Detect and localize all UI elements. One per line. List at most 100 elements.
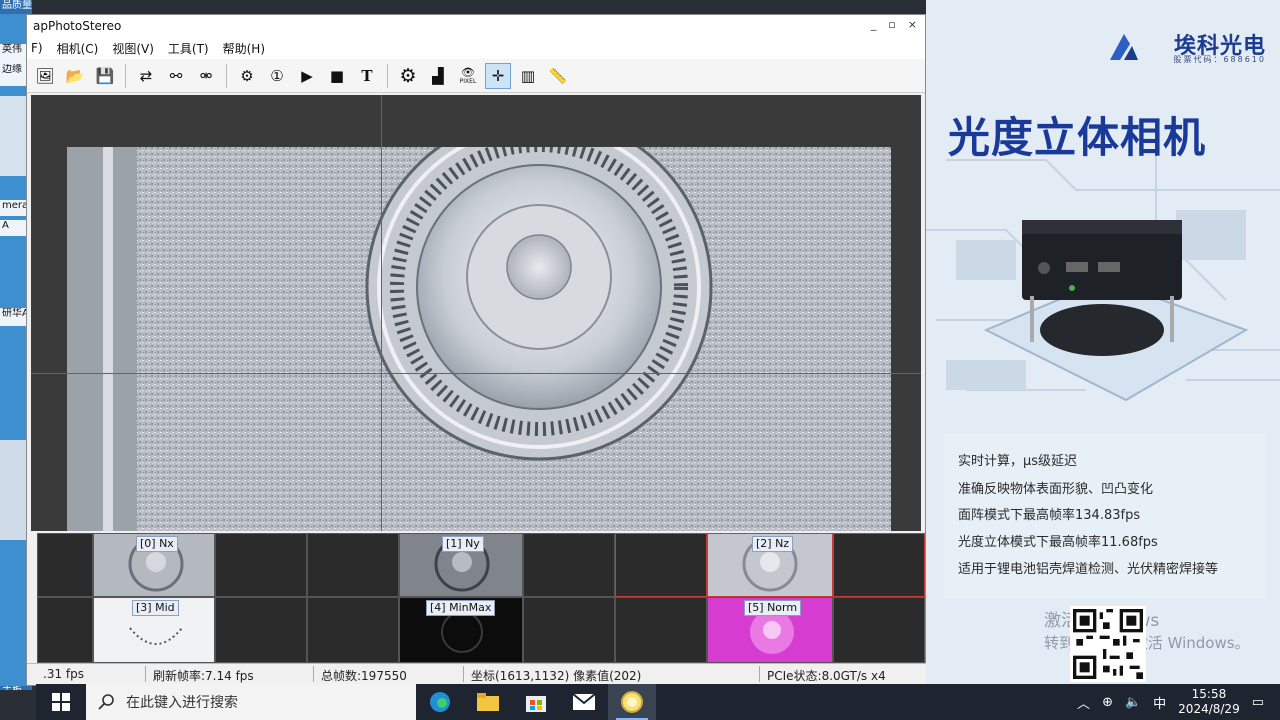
thumb-ny[interactable]: [1] Ny — [399, 533, 523, 597]
toolbar-separator — [387, 63, 388, 88]
camera-port — [1098, 262, 1120, 272]
camera-port — [1066, 262, 1088, 272]
image-icon[interactable]: 🖼 — [33, 64, 57, 88]
menu-file[interactable]: F) — [31, 41, 43, 55]
play-icon[interactable]: ▶ — [295, 64, 319, 88]
status-divider — [145, 666, 146, 682]
clock[interactable]: 15:58 2024/8/29 — [1178, 687, 1240, 717]
thumb-label: [5] Norm — [744, 600, 802, 616]
camera-led — [1069, 285, 1075, 291]
image-viewer[interactable] — [31, 95, 921, 531]
thumb-label: [1] Ny — [442, 536, 484, 552]
gear-icon[interactable]: ⚙ — [396, 64, 420, 88]
camera-app-icon[interactable] — [608, 684, 656, 720]
ad-title: 光度立体相机 — [948, 113, 1207, 162]
notification-icon[interactable]: ▭ — [1252, 695, 1264, 710]
camera-heatsink — [1022, 220, 1182, 234]
histogram-icon[interactable]: ▟ — [426, 64, 450, 88]
close-button[interactable]: × — [908, 18, 917, 31]
clock-time: 15:58 — [1191, 687, 1227, 701]
status-total-frames: 总帧数:197550 — [321, 669, 407, 683]
mail-glyph — [572, 693, 596, 710]
menu-help[interactable]: 帮助(H) — [223, 40, 265, 57]
single-shot-icon[interactable]: ① — [265, 64, 289, 88]
camera-standoff — [1030, 296, 1034, 342]
menu-tools[interactable]: 工具(T) — [168, 40, 209, 57]
menu-camera[interactable]: 相机(C) — [57, 40, 99, 57]
folder-glyph — [477, 693, 499, 711]
qr-code — [1070, 606, 1146, 682]
feature-item: 光度立体模式下最高帧率11.68fps — [958, 535, 1158, 550]
store-glyph — [526, 696, 546, 712]
sliver-text: 主板 — [0, 686, 32, 690]
search-icon — [98, 694, 114, 710]
desktop-wallpaper-ad: 埃科光电 股票代码：688610 光度立体相机 实时计算，μs级延迟 准确反映物… — [926, 0, 1280, 690]
feature-list: 实时计算，μs级延迟 准确反映物体表面形貌、凹凸变化 面阵模式下最高帧率134.… — [944, 434, 1266, 598]
stop-icon[interactable]: ■ — [325, 64, 349, 88]
edge-strip — [67, 147, 137, 531]
disconnect-icon[interactable]: ⚮ — [194, 64, 218, 88]
pixel-view-icon[interactable]: 👁 PIXEL — [456, 64, 480, 88]
thumb-nx[interactable]: [0] Nx — [93, 533, 215, 597]
status-divider — [759, 666, 760, 682]
thumb-empty — [615, 533, 707, 597]
thumb-norm[interactable]: [5] Norm — [707, 597, 833, 663]
crosshair-icon[interactable]: ✛ — [485, 62, 511, 89]
thumb-empty — [523, 533, 615, 597]
minimize-button[interactable]: _ — [871, 18, 877, 31]
thumb-empty — [615, 597, 707, 663]
edge-icon[interactable] — [416, 684, 464, 720]
start-button[interactable] — [36, 684, 86, 720]
thumb-empty — [833, 597, 925, 663]
sliver-text: 品质量检测 — [0, 0, 32, 14]
window-title: apPhotoStereo — [33, 19, 122, 33]
status-divider — [313, 666, 314, 682]
title-bar[interactable]: apPhotoStereo _ ▫ × — [27, 15, 925, 37]
thumb-nz[interactable]: [2] Nz — [707, 533, 833, 597]
system-tray: ︿ ⊕ 🔈 中 15:58 2024/8/29 ▭ — [1077, 684, 1264, 720]
maximize-button[interactable]: ▫ — [888, 18, 895, 31]
edge-highlight — [103, 147, 113, 531]
save-icon[interactable]: 💾 — [93, 64, 117, 88]
mail-icon[interactable] — [560, 684, 608, 720]
thumb-minmax[interactable]: [4] MinMax — [399, 597, 523, 663]
connect-icon[interactable]: ⚯ — [164, 64, 188, 88]
thumb-empty — [37, 597, 93, 663]
pixel-badge: PIXEL — [459, 77, 477, 85]
text-icon[interactable]: T — [355, 64, 379, 88]
status-divider — [463, 666, 464, 682]
channel-thumbnails: [0] Nx [1] Ny [2] Nz [3] Mid [4] MinMax … — [37, 533, 925, 663]
search-placeholder: 在此键入进行搜索 — [126, 695, 238, 711]
bar-chart-icon[interactable]: ▥ — [516, 64, 540, 88]
thumb-empty — [37, 533, 93, 597]
ruler-icon[interactable]: 📏 — [546, 64, 570, 88]
status-coordinates: 坐标(1613,1132) 像素值(202) — [471, 669, 642, 683]
store-icon[interactable] — [512, 684, 560, 720]
menu-view[interactable]: 视图(V) — [112, 40, 154, 57]
status-fps: .31 fps — [43, 667, 84, 681]
settings-gauge-icon[interactable]: ⚙ — [235, 64, 259, 88]
camera-standoff — [1170, 296, 1174, 342]
open-camera-icon[interactable]: 📂 — [63, 64, 87, 88]
camera-lens-ring — [1040, 304, 1164, 356]
thumb-label: [3] Mid — [132, 600, 179, 616]
taskbar: 在此键入进行搜索 ︿ ⊕ 🔈 中 15:58 2024/8/29 ▭ — [36, 684, 1280, 720]
toolbar-separator — [125, 63, 126, 88]
tray-overflow-icon[interactable]: ︿ — [1077, 693, 1090, 712]
thumb-empty — [523, 597, 615, 663]
file-explorer-icon[interactable] — [464, 684, 512, 720]
ime-indicator[interactable]: 中 — [1153, 693, 1166, 712]
status-refresh-rate: 刷新帧率:7.14 fps — [153, 669, 254, 683]
volume-icon[interactable]: 🔈 — [1125, 695, 1141, 710]
photo-of-monitor: 品质量检测 英伟 边缘 mera A 研华A 主板 977 apPhotoSte… — [0, 0, 1280, 720]
network-icon[interactable]: ⊕ — [1102, 695, 1113, 710]
thumb-empty — [307, 533, 399, 597]
windows-icon — [52, 693, 70, 711]
thumb-empty — [215, 533, 307, 597]
thumb-label: [4] MinMax — [426, 600, 496, 616]
thumb-mid[interactable]: [3] Mid — [93, 597, 215, 663]
feature-item: 适用于锂电池铝壳焊道检测、光伏精密焊接等 — [958, 562, 1219, 577]
stereo-icon[interactable]: ⇄ — [134, 64, 158, 88]
taskbar-search[interactable]: 在此键入进行搜索 — [86, 684, 416, 720]
feature-item: 准确反映物体表面形貌、凹凸变化 — [958, 482, 1154, 497]
